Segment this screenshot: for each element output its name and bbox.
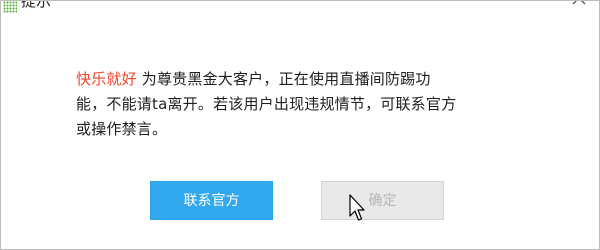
close-button[interactable] (571, 1, 587, 10)
message-line-3: 或操作禁言。 (76, 120, 168, 138)
dialog-message: 快乐就好 为尊贵黑金大客户，正在使用直播间防踢功 能，不能请ta离开。若该用户出… (76, 67, 536, 142)
username: 快乐就好 (76, 70, 137, 88)
contact-official-button[interactable]: 联系官方 (150, 181, 273, 220)
message-line-2: 能，不能请ta离开。若该用户出现违规情节，可联系官方 (76, 95, 457, 113)
message-text-1: 为尊贵黑金大客户，正在使用直播间防踢功 (136, 70, 431, 88)
prompt-dialog: 提示 快乐就好 为尊贵黑金大客户，正在使用直播间防踢功 能，不能请ta离开。若该… (0, 0, 600, 250)
confirm-button[interactable]: 确定 (321, 181, 444, 220)
close-icon (572, 1, 586, 5)
app-grid-icon (3, 1, 17, 13)
dialog-titlebar: 提示 (1, 1, 599, 15)
message-line-1: 快乐就好 为尊贵黑金大客户，正在使用直播间防踢功 (76, 67, 536, 92)
dialog-title: 提示 (21, 1, 52, 10)
